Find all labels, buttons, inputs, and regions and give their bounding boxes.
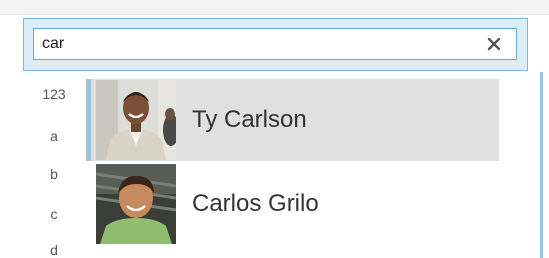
person-photo-icon [96,164,176,244]
people-search-app: 123 a b c d Ty Carlson [0,0,549,258]
selection-indicator [86,79,91,161]
index-item-123[interactable]: 123 [34,86,74,102]
search-input[interactable] [42,33,462,55]
avatar [96,80,176,160]
person-photo-icon [96,80,176,160]
search-box[interactable] [33,28,517,60]
contact-name: Ty Carlson [192,106,307,133]
contact-name: Carlos Grilo [192,190,319,217]
search-panel [23,18,528,71]
right-panel-edge [540,72,543,258]
index-item-d[interactable]: d [34,242,74,258]
index-item-c[interactable]: c [34,206,74,222]
index-item-a[interactable]: a [34,128,74,144]
close-icon[interactable] [484,34,504,54]
contact-item-ty-carlson[interactable]: Ty Carlson [86,79,499,161]
index-item-b[interactable]: b [34,166,74,182]
top-strip [0,0,549,15]
contact-item-carlos-grilo[interactable]: Carlos Grilo [86,163,499,245]
avatar [96,164,176,244]
